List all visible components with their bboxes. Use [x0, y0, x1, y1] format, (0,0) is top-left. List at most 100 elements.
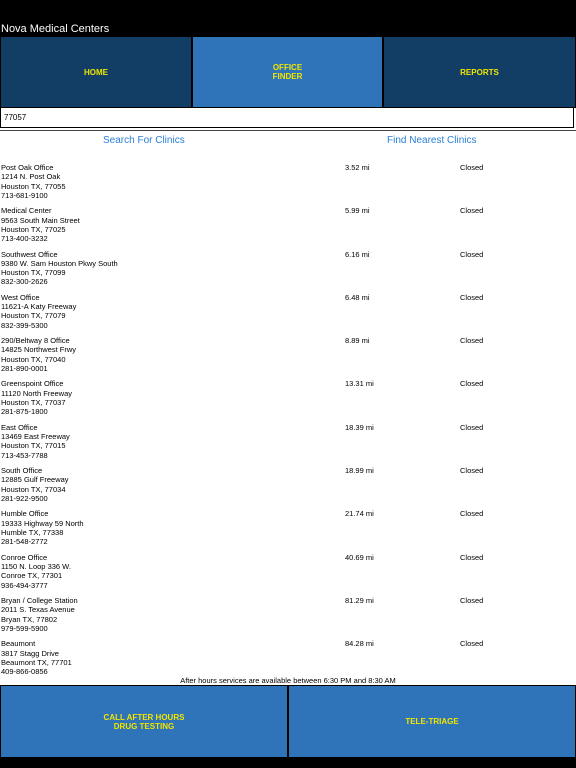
clinic-info: Beaumont 3817 Stagg Drive Beaumont TX, 777…: [1, 639, 72, 676]
clinic-phone: 936-494-3777: [1, 580, 48, 590]
clinic-info: Bryan / College Station 2011 S. Texas Ave…: [1, 596, 78, 633]
clinic-row[interactable]: Conroe Office 1150 N. Loop 336 W. Conroe T…: [0, 553, 576, 596]
clinic-phone: 281-875-1800: [1, 407, 48, 417]
clinic-status: Closed: [460, 292, 484, 302]
clinic-info: East Office 13469 East Freeway Houston TX,…: [1, 423, 70, 460]
clinic-distance: 13.31 mi: [345, 379, 374, 389]
clinic-status: Closed: [460, 509, 484, 519]
clinic-name: Medical Center: [1, 206, 52, 216]
clinic-phone: 281-890-0001: [1, 364, 48, 374]
clinic-status: Closed: [460, 552, 484, 562]
reports-button[interactable]: REPORTS: [384, 37, 575, 107]
clinic-info: South Office 12885 Gulf Freeway Houston TX…: [1, 466, 69, 503]
clinic-name: East Office: [1, 422, 38, 432]
clinic-status: Closed: [460, 422, 484, 432]
clinic-name: South Office: [1, 466, 43, 476]
clinic-phone: 832-300-2626: [1, 277, 48, 287]
clinic-status: Closed: [460, 466, 484, 476]
clinic-address: 19333 Highway 59 North: [1, 518, 84, 528]
clinic-city: Houston TX, 77055: [1, 181, 66, 191]
clinic-distance: 3.52 mi: [345, 163, 370, 172]
call-after-hours-button[interactable]: CALL AFTER HOURS DRUG TESTING: [1, 686, 287, 757]
clinic-distance: 81.29 mi: [345, 595, 374, 605]
clinic-distance: 6.16 mi: [345, 249, 370, 259]
clinic-distance: 6.48 mi: [345, 292, 370, 302]
clinic-info: Greenspoint Office 11120 North Freeway Hou…: [1, 379, 72, 416]
clinic-row[interactable]: Southwest Office 9380 W. Sam Houston Pkwy…: [0, 250, 576, 293]
search-for-clinics-link[interactable]: Search For Clinics: [103, 135, 185, 146]
clinic-address: 13469 East Freeway: [1, 432, 70, 442]
clinic-status: Closed: [460, 206, 484, 216]
clinic-address: 9380 W. Sam Houston Pkwy South: [1, 258, 118, 268]
clinic-name: Greenspoint Office: [1, 379, 64, 389]
clinic-address: 3817 Stagg Drive: [1, 648, 59, 658]
clinic-city: Houston TX, 77034: [1, 484, 66, 494]
clinic-info: West Office 11621-A Katy Freeway Houston T…: [1, 293, 76, 330]
clinic-distance: 5.99 mi: [345, 206, 370, 216]
search-row: [0, 108, 576, 131]
clinic-row[interactable]: South Office 12885 Gulf Freeway Houston TX…: [0, 466, 576, 509]
clinic-row[interactable]: East Office 13469 East Freeway Houston TX,…: [0, 423, 576, 466]
clinic-distance: 21.74 mi: [345, 509, 374, 519]
clinic-info: Southwest Office 9380 W. Sam Houston Pkwy…: [1, 250, 118, 287]
clinic-city: Houston TX, 77040: [1, 354, 66, 364]
clinic-phone: 713-400-3232: [1, 234, 48, 244]
clinic-address: 12885 Gulf Freeway: [1, 475, 69, 485]
clinic-city: Bryan TX, 77802: [1, 614, 58, 624]
clinic-name: 290/Beltway 8 Office: [1, 336, 70, 346]
clinic-name: Post Oak Office: [1, 163, 54, 172]
clinic-address: 11120 North Freeway: [1, 388, 73, 398]
title-bar: Nova Medical Centers: [0, 0, 576, 36]
clinic-row[interactable]: 290/Beltway 8 Office 14825 Northwest Frwy…: [0, 336, 576, 379]
clinic-status: Closed: [460, 639, 484, 649]
app-title: Nova Medical Centers: [1, 23, 110, 35]
clinic-info: 290/Beltway 8 Office 14825 Northwest Frwy…: [1, 336, 76, 373]
clinic-city: Houston TX, 77025: [1, 224, 66, 234]
clinic-status: Closed: [460, 595, 484, 605]
clinic-name: Beaumont: [1, 639, 36, 649]
clinic-address: 1150 N. Loop 336 W.: [1, 561, 71, 571]
clinic-city: Houston TX, 77079: [1, 311, 66, 321]
clinic-row[interactable]: Humble Office 19333 Highway 59 North Humbl…: [0, 509, 576, 552]
clinic-phone: 713-681-9100: [1, 190, 48, 200]
clinic-name: West Office: [1, 292, 40, 302]
clinic-distance: 18.39 mi: [345, 422, 374, 432]
nav-bar: HOME OFFICE FINDER REPORTS: [0, 36, 576, 108]
clinic-row[interactable]: West Office 11621-A Katy Freeway Houston T…: [0, 293, 576, 336]
clinic-status: Closed: [460, 249, 484, 259]
clinic-name: Humble Office: [1, 509, 49, 519]
clinic-row[interactable]: Greenspoint Office 11120 North Freeway Hou…: [0, 379, 576, 422]
home-button[interactable]: HOME: [1, 37, 191, 107]
clinic-distance: 84.28 mi: [345, 639, 374, 649]
clinic-list: Post Oak Office 1214 N. Post Oak Houston T…: [0, 163, 576, 683]
clinic-phone: 281-548-2772: [1, 537, 48, 547]
clinic-row[interactable]: Medical Center 9563 South Main Street Hous…: [0, 206, 576, 249]
clinic-row[interactable]: Bryan / College Station 2011 S. Texas Ave…: [0, 596, 576, 639]
office-finder-button[interactable]: OFFICE FINDER: [193, 37, 382, 107]
zip-search-input[interactable]: [0, 108, 574, 128]
clinic-phone: 979-599-5900: [1, 623, 48, 633]
clinic-phone: 281-922-9500: [1, 493, 48, 503]
clinic-city: Houston TX, 77037: [1, 398, 66, 408]
after-hours-note: After hours services are available betwe…: [180, 676, 396, 685]
clinic-city: Conroe TX, 77301: [1, 571, 63, 581]
clinic-city: Houston TX, 77015: [1, 441, 66, 451]
clinic-row[interactable]: Post Oak Office 1214 N. Post Oak Houston T…: [0, 163, 576, 206]
clinic-address: 14825 Northwest Frwy: [1, 345, 77, 355]
tele-triage-button[interactable]: TELE-TRIAGE: [289, 686, 575, 757]
find-nearest-clinics-link[interactable]: Find Nearest Clinics: [387, 135, 476, 146]
clinic-address: 2011 S. Texas Avenue: [1, 605, 75, 615]
clinic-address: 1214 N. Post Oak: [1, 172, 61, 182]
clinic-distance: 18.99 mi: [345, 466, 374, 476]
clinic-info: Conroe Office 1150 N. Loop 336 W. Conroe T…: [1, 553, 71, 590]
clinic-info: Humble Office 19333 Highway 59 North Humbl…: [1, 509, 84, 546]
clinic-address: 9563 South Main Street: [1, 215, 80, 225]
clinic-distance: 8.89 mi: [345, 336, 370, 346]
clinic-name: Southwest Office: [1, 249, 58, 259]
clinic-city: Beaumont TX, 77701: [1, 657, 72, 667]
clinic-city: Humble TX, 77338: [1, 527, 64, 537]
clinic-status: Closed: [460, 379, 484, 389]
clinic-info: Post Oak Office 1214 N. Post Oak Houston T…: [1, 163, 66, 200]
clinic-phone: 832-399-5300: [1, 320, 48, 330]
clinic-city: Houston TX, 77099: [1, 268, 66, 278]
